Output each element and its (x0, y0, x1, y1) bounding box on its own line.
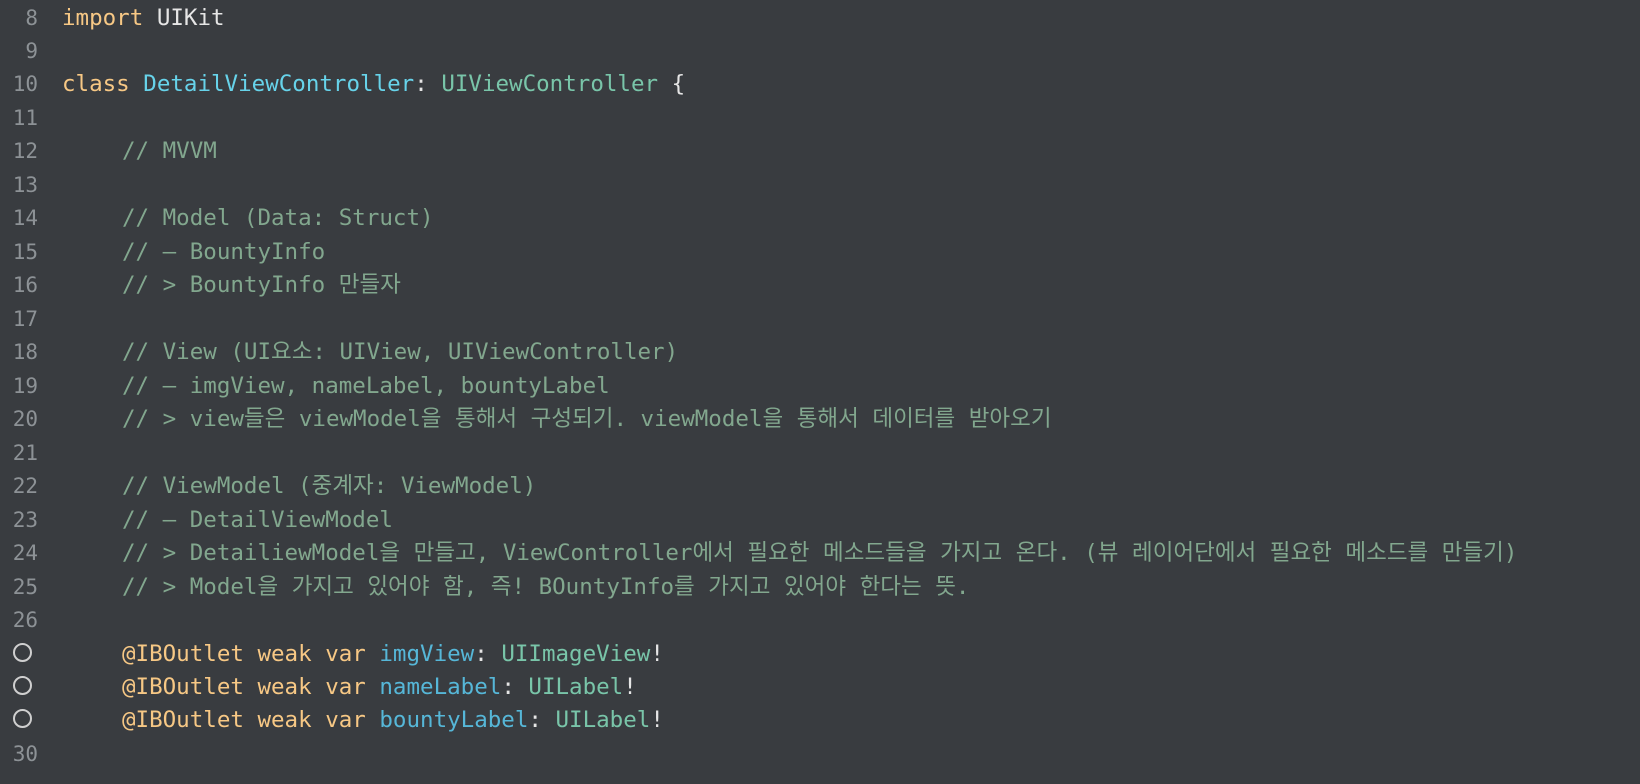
punctuation: ! (623, 674, 637, 700)
code-text: @IBOutlet weak var nameLabel: UILabel! (62, 670, 637, 704)
code-line[interactable]: 23 // – DetailViewModel (0, 503, 1640, 537)
line-number: 22 (12, 474, 38, 498)
punctuation: : (501, 674, 529, 700)
modifiers: weak var (243, 641, 380, 667)
code-line[interactable]: 21 (0, 436, 1640, 470)
comment: // – imgView, nameLabel, bountyLabel (122, 373, 610, 399)
modifiers: weak var (243, 707, 380, 733)
code-line[interactable]: 8 import UIKit (0, 1, 1640, 35)
code-line[interactable]: 18 // View (UI요소: UIView, UIViewControll… (0, 335, 1640, 369)
code-text: class DetailViewController: UIViewContro… (62, 67, 685, 101)
line-number: 10 (12, 72, 38, 96)
modifiers: weak var (243, 674, 380, 700)
punctuation: ! (650, 641, 664, 667)
comment: // > Model을 가지고 있어야 함, 즉! BOuntyInfo를 가지… (122, 574, 970, 600)
outlet-circle-icon[interactable] (13, 676, 32, 695)
comment: // View (UI요소: UIView, UIViewController) (122, 339, 679, 365)
line-number: 20 (12, 407, 38, 431)
code-line[interactable]: 22 // ViewModel (중계자: ViewModel) (0, 469, 1640, 503)
attribute: @IBOutlet (122, 707, 244, 733)
code-line[interactable]: 30 (0, 737, 1640, 771)
line-number: 30 (12, 742, 38, 766)
line-number: 23 (12, 508, 38, 532)
property-name: bountyLabel (379, 707, 529, 733)
code-line[interactable]: 17 (0, 302, 1640, 336)
code-line[interactable]: 15 // – BountyInfo (0, 235, 1640, 269)
line-number: 14 (12, 206, 38, 230)
code-line[interactable]: 9 (0, 34, 1640, 68)
type-name: UIImageView (501, 641, 651, 667)
punctuation: : (528, 707, 556, 733)
code-text: @IBOutlet weak var imgView: UIImageView! (62, 637, 664, 671)
line-number: 17 (12, 307, 38, 331)
code-line[interactable]: @IBOutlet weak var imgView: UIImageView! (0, 637, 1640, 671)
line-number: 9 (25, 39, 38, 63)
comment: // – DetailViewModel (122, 507, 393, 533)
line-number: 15 (12, 240, 38, 264)
code-line[interactable]: @IBOutlet weak var bountyLabel: UILabel! (0, 703, 1640, 737)
type-name: UILabel (528, 674, 624, 700)
punctuation: ! (650, 707, 664, 733)
property-name: nameLabel (379, 674, 502, 700)
comment: // > DetailiewModel을 만들고, ViewController… (122, 540, 1518, 566)
code-editor[interactable]: 8 import UIKit 9 10 class DetailViewCont… (0, 0, 1640, 784)
code-line[interactable]: 25 // > Model을 가지고 있어야 함, 즉! BOuntyInfo를… (0, 570, 1640, 604)
class-name: DetailViewController (143, 71, 415, 97)
outlet-circle-icon[interactable] (13, 643, 32, 662)
line-number: 13 (12, 173, 38, 197)
line-number: 18 (12, 340, 38, 364)
code-line[interactable]: 11 (0, 101, 1640, 135)
code-line[interactable]: 14 // Model (Data: Struct) (0, 201, 1640, 235)
code-text: import UIKit (62, 1, 225, 35)
comment: // > view들은 viewModel을 통해서 구성되기. viewMod… (122, 406, 1052, 432)
comment: // MVVM (122, 138, 217, 164)
comment: // > BountyInfo 만들자 (122, 272, 401, 298)
code-line[interactable]: 24 // > DetailiewModel을 만들고, ViewControl… (0, 536, 1640, 570)
superclass-name: UIViewController (441, 71, 659, 97)
code-line[interactable]: 16 // > BountyInfo 만들자 (0, 268, 1640, 302)
property-name: imgView (379, 641, 475, 667)
outlet-circle-icon[interactable] (13, 709, 32, 728)
keyword: import (62, 5, 144, 31)
type-name: UILabel (555, 707, 651, 733)
comment: // ViewModel (중계자: ViewModel) (122, 473, 537, 499)
attribute: @IBOutlet (122, 674, 244, 700)
punctuation: : (414, 71, 442, 97)
line-number: 12 (12, 139, 38, 163)
keyword: class (62, 71, 130, 97)
line-number: 26 (12, 608, 38, 632)
code-line[interactable]: 19 // – imgView, nameLabel, bountyLabel (0, 369, 1640, 403)
line-number: 25 (12, 575, 38, 599)
line-number: 21 (12, 441, 38, 465)
code-line[interactable]: 13 (0, 168, 1640, 202)
code-line[interactable]: @IBOutlet weak var nameLabel: UILabel! (0, 670, 1640, 704)
line-number: 8 (25, 6, 38, 30)
brace: { (658, 71, 686, 97)
line-number: 19 (12, 374, 38, 398)
code-line[interactable]: 20 // > view들은 viewModel을 통해서 구성되기. view… (0, 402, 1640, 436)
attribute: @IBOutlet (122, 641, 244, 667)
line-number: 11 (12, 106, 38, 130)
code-line[interactable]: 26 (0, 603, 1640, 637)
line-number: 16 (12, 273, 38, 297)
code-text: @IBOutlet weak var bountyLabel: UILabel! (62, 703, 664, 737)
punctuation: : (474, 641, 502, 667)
code-line[interactable]: 10 class DetailViewController: UIViewCon… (0, 67, 1640, 101)
identifier: UIKit (143, 5, 225, 31)
comment: // – BountyInfo (122, 239, 326, 265)
comment: // Model (Data: Struct) (122, 205, 434, 231)
line-number: 24 (12, 541, 38, 565)
code-line[interactable]: 12 // MVVM (0, 134, 1640, 168)
